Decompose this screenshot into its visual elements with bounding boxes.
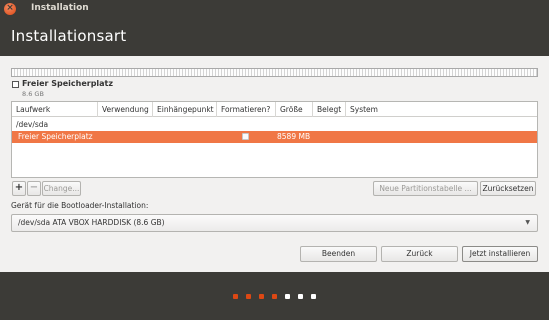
change-partition-button[interactable]: Change...: [42, 181, 81, 196]
free-space-legend-swatch: [12, 81, 19, 88]
column-header-size[interactable]: Größe: [276, 102, 313, 117]
disk-usage-bar: [11, 68, 538, 77]
partition-table[interactable]: Laufwerk Verwendung Einhängepunkt Format…: [11, 101, 538, 178]
main-panel: Freier Speicherplatz 8.6 GB Laufwerk Ver…: [0, 56, 549, 272]
progress-dot: [311, 294, 316, 299]
close-icon: ×: [6, 3, 14, 13]
device-name: /dev/sda: [16, 120, 49, 129]
progress-dot: [233, 294, 238, 299]
progress-dot: [285, 294, 290, 299]
new-partition-table-button[interactable]: Neue Partitionstabelle ...: [373, 181, 478, 196]
column-header-system[interactable]: System: [346, 102, 537, 117]
reset-button[interactable]: Zurücksetzen: [480, 181, 536, 196]
progress-dot: [272, 294, 277, 299]
free-space-size: 8589 MB: [277, 132, 311, 141]
column-header-format[interactable]: Formatieren?: [217, 102, 276, 117]
window-titlebar: × Installation: [0, 0, 549, 18]
install-now-button[interactable]: Jetzt installieren: [462, 246, 538, 262]
progress-dot: [259, 294, 264, 299]
window-title: Installation: [31, 3, 89, 13]
bootloader-device-select[interactable]: /dev/sda ATA VBOX HARDDISK (8.6 GB) ▼: [11, 214, 538, 232]
free-space-legend-label: Freier Speicherplatz: [22, 79, 114, 88]
progress-dot: [298, 294, 303, 299]
add-partition-button[interactable]: +: [12, 181, 26, 196]
format-checkbox[interactable]: [242, 133, 249, 140]
column-header-usage[interactable]: Verwendung: [98, 102, 153, 117]
column-header-mountpoint[interactable]: Einhängepunkt: [153, 102, 217, 117]
bootloader-label: Gerät für die Bootloader-Installation:: [11, 201, 149, 210]
page-header: Installationsart: [0, 18, 549, 56]
remove-partition-button[interactable]: −: [27, 181, 41, 196]
quit-button[interactable]: Beenden: [300, 246, 377, 262]
free-space-legend-size: 8.6 GB: [22, 90, 44, 98]
table-row-selected[interactable]: Freier Speicherplatz 8589 MB: [12, 131, 537, 143]
column-header-used[interactable]: Belegt: [313, 102, 346, 117]
progress-dot: [246, 294, 251, 299]
chevron-down-icon: ▼: [525, 219, 530, 226]
bootloader-selected-value: /dev/sda ATA VBOX HARDDISK (8.6 GB): [18, 218, 165, 227]
page-title: Installationsart: [11, 27, 127, 45]
footer: [0, 272, 549, 320]
free-space-name: Freier Speicherplatz: [18, 132, 93, 141]
window-close-button[interactable]: ×: [4, 3, 16, 15]
table-row[interactable]: /dev/sda: [12, 119, 537, 131]
column-header-device[interactable]: Laufwerk: [12, 102, 98, 117]
partition-table-header: Laufwerk Verwendung Einhängepunkt Format…: [12, 102, 537, 117]
back-button[interactable]: Zurück: [381, 246, 458, 262]
